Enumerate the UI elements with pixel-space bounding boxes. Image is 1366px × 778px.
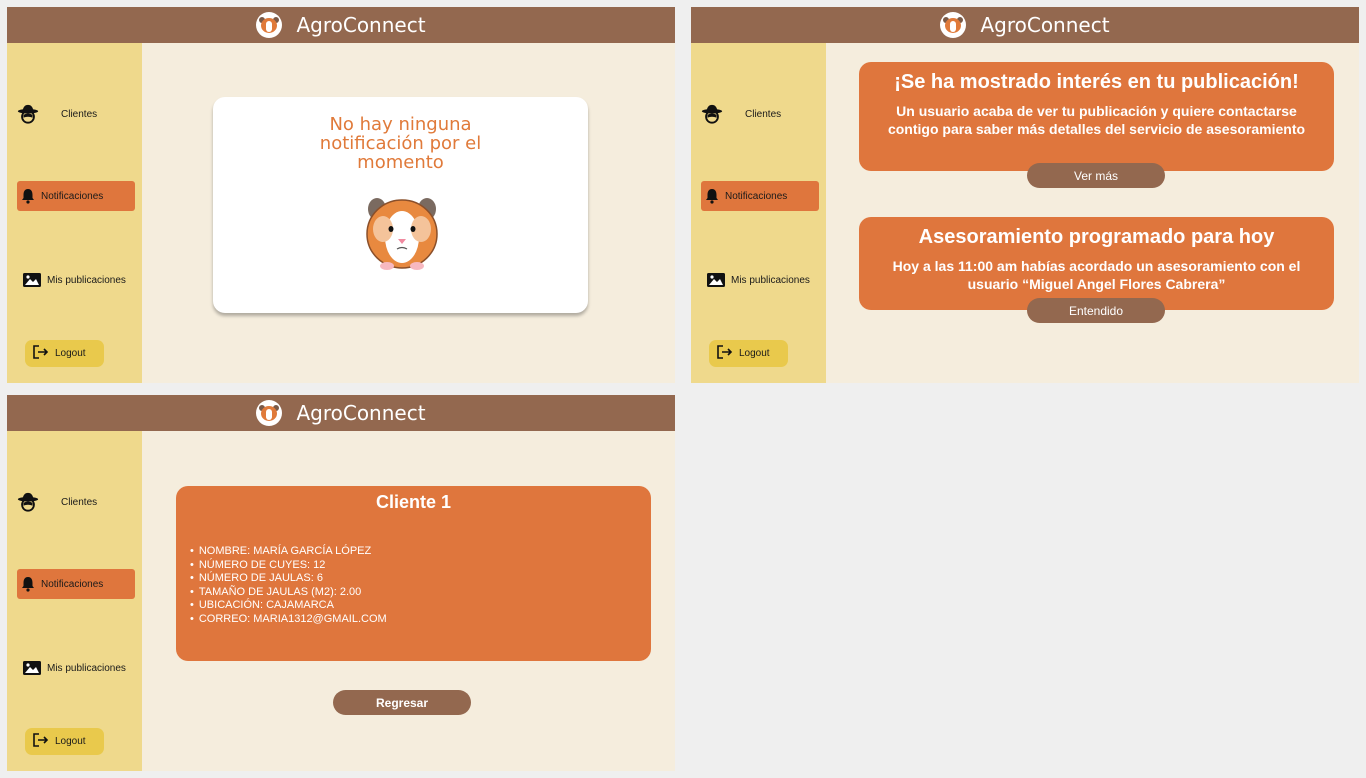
guinea-pig-illustration: [363, 189, 441, 276]
client-detail-card: Cliente 1 NOMBRE: MARÍA GARCÍA LÓPEZ NÚM…: [176, 486, 651, 661]
top-bar: AgroConnect: [7, 7, 675, 43]
app-brand: AgroConnect: [296, 13, 426, 37]
top-bar: AgroConnect: [691, 7, 1359, 43]
regresar-button[interactable]: Regresar: [333, 690, 471, 715]
screen-empty-notifications: AgroConnect Clientes Notificaciones Mis …: [7, 7, 675, 383]
sidebar-item-clientes[interactable]: Clientes: [701, 99, 819, 129]
entendido-button[interactable]: Entendido: [1027, 298, 1165, 323]
sidebar-item-mis-publicaciones[interactable]: Mis publicaciones: [21, 653, 139, 683]
sidebar-item-notificaciones[interactable]: Notificaciones: [701, 181, 819, 211]
sidebar-item-mis-publicaciones[interactable]: Mis publicaciones: [21, 265, 139, 295]
sidebar-item-label: Mis publicaciones: [47, 274, 126, 286]
sidebar-item-label: Notificaciones: [41, 190, 104, 202]
logout-button[interactable]: Logout: [25, 340, 104, 367]
logout-label: Logout: [739, 348, 770, 359]
sidebar-item-label: Notificaciones: [41, 578, 104, 590]
screen-client-detail: AgroConnect Clientes Notificaciones Mis …: [7, 395, 675, 771]
notification-body: Hoy a las 11:00 am habías acordado un as…: [892, 258, 1301, 292]
client-detail-item: NOMBRE: MARÍA GARCÍA LÓPEZ: [190, 545, 387, 559]
sidebar-item-clientes[interactable]: Clientes: [17, 99, 135, 129]
sidebar: Clientes Notificaciones Mis publicacione…: [7, 43, 142, 383]
client-detail-item: CORREO: MARIA1312@GMAIL.COM: [190, 613, 387, 627]
empty-notifications-card: No hay ninguna notificación por el momen…: [213, 97, 588, 313]
sidebar-item-mis-publicaciones[interactable]: Mis publicaciones: [705, 265, 823, 295]
top-bar: AgroConnect: [7, 395, 675, 431]
image-icon: [705, 269, 727, 291]
sidebar-item-label: Mis publicaciones: [731, 274, 810, 286]
sidebar: Clientes Notificaciones Mis publicacione…: [7, 431, 142, 771]
notification-card-interest: ¡Se ha mostrado interés en tu publicació…: [859, 62, 1334, 171]
client-title: Cliente 1: [375, 492, 452, 512]
bell-icon: [17, 573, 39, 595]
sidebar-item-label: Clientes: [61, 108, 98, 120]
client-detail-item: NÚMERO DE CUYES: 12: [190, 559, 387, 573]
logout-button[interactable]: Logout: [709, 340, 788, 367]
client-detail-item: UBICACIÓN: CAJAMARCA: [190, 599, 387, 613]
sidebar-item-notificaciones[interactable]: Notificaciones: [17, 569, 135, 599]
sidebar: Clientes Notificaciones Mis publicacione…: [691, 43, 826, 383]
notification-title: ¡Se ha mostrado interés en tu publicació…: [894, 71, 1299, 93]
cowboy-hat-icon: [17, 103, 39, 125]
ver-mas-button[interactable]: Ver más: [1027, 163, 1165, 188]
logout-button[interactable]: Logout: [25, 728, 104, 755]
bell-icon: [701, 185, 723, 207]
sidebar-item-clientes[interactable]: Clientes: [17, 487, 135, 517]
logout-label: Logout: [55, 348, 86, 359]
notification-title: Asesoramiento programado para hoy: [918, 226, 1275, 248]
logout-icon: [33, 733, 49, 750]
sidebar-item-label: Clientes: [61, 496, 98, 508]
client-detail-item: TAMAÑO DE JAULAS (M2): 2.00: [190, 586, 387, 600]
sidebar-item-label: Notificaciones: [725, 190, 788, 202]
guinea-pig-logo-icon: [256, 400, 283, 426]
empty-message: No hay ninguna notificación por el momen…: [319, 114, 482, 173]
logout-icon: [717, 345, 733, 362]
guinea-pig-logo-icon: [940, 12, 967, 38]
logout-label: Logout: [55, 736, 86, 747]
cowboy-hat-icon: [701, 103, 723, 125]
cowboy-hat-icon: [17, 491, 39, 513]
app-brand: AgroConnect: [296, 401, 426, 425]
notification-card-scheduled: Asesoramiento programado para hoy Hoy a …: [859, 217, 1334, 310]
sidebar-item-label: Mis publicaciones: [47, 662, 126, 674]
client-details-list: NOMBRE: MARÍA GARCÍA LÓPEZ NÚMERO DE CUY…: [190, 545, 387, 626]
client-detail-item: NÚMERO DE JAULAS: 6: [190, 572, 387, 586]
bell-icon: [17, 185, 39, 207]
notification-body: Un usuario acaba de ver tu publicación y…: [887, 103, 1306, 137]
logout-icon: [33, 345, 49, 362]
sidebar-item-notificaciones[interactable]: Notificaciones: [17, 181, 135, 211]
image-icon: [21, 269, 43, 291]
sidebar-item-label: Clientes: [745, 108, 782, 120]
guinea-pig-logo-icon: [256, 12, 283, 38]
app-brand: AgroConnect: [980, 13, 1110, 37]
image-icon: [21, 657, 43, 679]
screen-notifications: AgroConnect Clientes Notificaciones Mis …: [691, 7, 1359, 383]
